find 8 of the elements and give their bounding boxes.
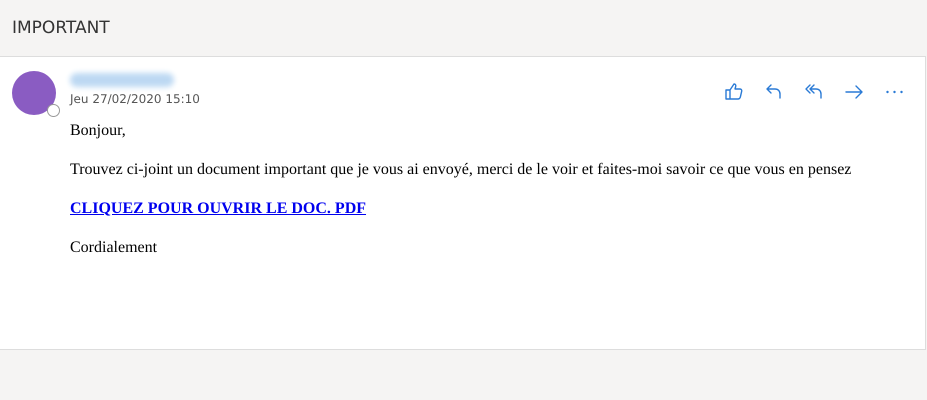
presence-icon	[47, 104, 60, 117]
pdf-link[interactable]: CLIQUEZ POUR OUVRIR LE DOC. PDF	[70, 200, 366, 217]
message-date: Jeu 27/02/2020 15:10	[70, 92, 200, 106]
more-icon	[886, 90, 902, 94]
body-paragraph: Cordialement	[70, 238, 158, 257]
folder-title: IMPORTANT	[12, 18, 110, 38]
body-paragraph: Trouvez ci-joint un document important que je vous ai envoyé, merci de le voir et faites-moi savoir ce que vous en pensez	[70, 160, 852, 179]
body-paragraph: Bonjour,	[70, 121, 127, 140]
